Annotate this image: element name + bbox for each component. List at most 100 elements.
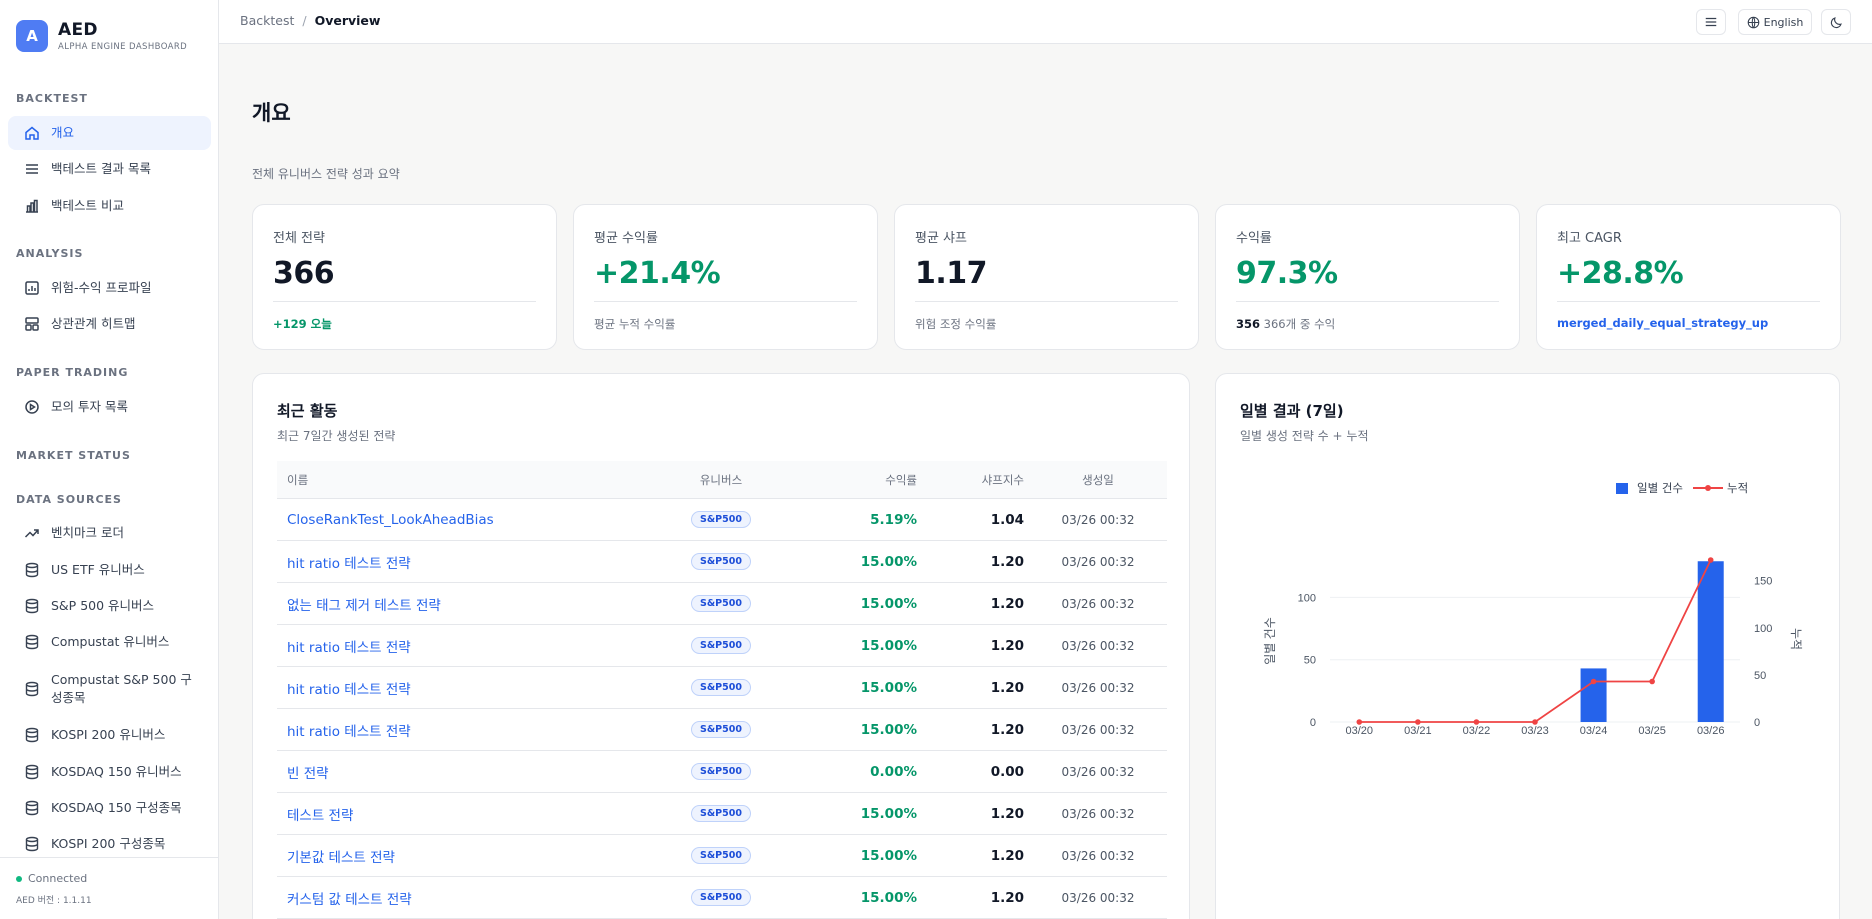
sidebar-item-paper-trading[interactable]: 모의 투자 목록 (8, 390, 211, 424)
sidebar-item-compustat[interactable]: Compustat 유니버스 (8, 625, 211, 659)
sidebar-item-overview[interactable]: 개요 (8, 116, 211, 150)
created-date-cell: 03/26 00:32 (1061, 680, 1135, 695)
breadcrumb: Backtest / Overview (240, 13, 380, 28)
line-point (1473, 719, 1480, 725)
table-body: CloseRankTest_LookAheadBias S&P500 5.19% 1.… (277, 499, 1167, 919)
best-strategy-link[interactable]: merged_daily_equal_strategy_up (1557, 316, 1820, 330)
x-tick-label: 03/20 (1346, 725, 1374, 737)
table-header: 이름 유니버스 수익률 샤프지수 생성일 (277, 461, 1167, 499)
y-tick-label: 50 (1304, 655, 1316, 667)
menu-button[interactable] (1696, 9, 1726, 35)
table-row[interactable]: CloseRankTest_LookAheadBias S&P500 5.19% 1.… (277, 499, 1167, 541)
sidebar-item-kospi200-constituents[interactable]: KOSPI 200 구성종목 (8, 827, 211, 861)
sidebar-item-label: 모의 투자 목록 (51, 399, 128, 414)
stat-card-total-strategies: 전체 전략 366 +129 오늘 (252, 204, 557, 350)
sidebar-item-benchmark-loader[interactable]: 벤치마크 로더 (8, 516, 211, 550)
table-row[interactable]: hit ratio 테스트 전략 S&P500 15.00% 1.20 03/26 00… (277, 625, 1167, 667)
strategy-name-link[interactable]: hit ratio 테스트 전략 (287, 625, 411, 666)
return-cell: 15.00% (860, 553, 917, 570)
y-right-tick-label: 0 (1754, 717, 1760, 729)
universe-badge: S&P500 (691, 595, 751, 612)
sharpe-cell: 1.20 (990, 553, 1024, 570)
sidebar-item-us-etf[interactable]: US ETF 유니버스 (8, 553, 211, 587)
stat-value: 1.17 (915, 256, 988, 291)
strategy-name-link[interactable]: 테스트 전략 (287, 793, 353, 834)
bar (1580, 668, 1607, 722)
return-cell: 15.00% (860, 637, 917, 654)
strategy-name-link[interactable]: hit ratio 테스트 전략 (287, 667, 411, 708)
created-date-cell: 03/26 00:32 (1061, 764, 1135, 779)
table-row[interactable]: 기본값 테스트 전략 S&P500 15.00% 1.20 03/26 00:32 (277, 835, 1167, 877)
table-row[interactable]: 테스트 전략 S&P500 15.00% 1.20 03/26 00:32 (277, 793, 1167, 835)
table-row[interactable]: hit ratio 테스트 전략 S&P500 15.00% 1.20 03/26 00… (277, 541, 1167, 583)
sidebar-item-kosdaq150-constituents[interactable]: KOSDAQ 150 구성종목 (8, 791, 211, 825)
sidebar-item-risk-return[interactable]: 위험-수익 프로파일 (8, 271, 211, 305)
theme-toggle-button[interactable] (1821, 9, 1851, 35)
strategy-name-link[interactable]: CloseRankTest_LookAheadBias (287, 499, 494, 540)
breadcrumb-item-backtest[interactable]: Backtest (240, 13, 294, 28)
return-cell: 0.00% (870, 763, 917, 780)
sidebar-item-label: 상관관계 히트맵 (51, 316, 136, 331)
sharpe-cell: 0.00 (990, 763, 1024, 780)
strategy-name-link[interactable]: 커스텀 값 테스트 전략 (287, 877, 412, 918)
sidebar-item-compustat-sp500[interactable]: Compustat S&P 500 구성종목 (8, 667, 211, 711)
universe-badge: S&P500 (691, 511, 751, 528)
line-point (1707, 557, 1714, 563)
table-row[interactable]: hit ratio 테스트 전략 S&P500 15.00% 1.20 03/26 00… (277, 709, 1167, 751)
sidebar-item-backtest-compare[interactable]: 백테스트 비교 (8, 189, 211, 223)
column-header-name[interactable]: 이름 (287, 461, 308, 498)
column-header-created[interactable]: 생성일 (1055, 461, 1141, 498)
sidebar-item-sp500[interactable]: S&P 500 유니버스 (8, 589, 211, 623)
table-row[interactable]: 빈 전략 S&P500 0.00% 0.00 03/26 00:32 (277, 751, 1167, 793)
universe-badge: S&P500 (691, 805, 751, 822)
sharpe-cell: 1.04 (990, 511, 1024, 528)
stat-value: 366 (273, 256, 335, 291)
return-cell: 15.00% (860, 595, 917, 612)
sharpe-cell: 1.20 (990, 889, 1024, 906)
sidebar-item-label: 벤치마크 로더 (51, 525, 124, 540)
column-header-return[interactable]: 수익률 (817, 461, 917, 498)
universe-badge: S&P500 (691, 763, 751, 780)
sidebar-item-kospi200[interactable]: KOSPI 200 유니버스 (8, 718, 211, 752)
section-title-analysis: ANALYSIS (16, 247, 84, 260)
strategy-name-link[interactable]: hit ratio 테스트 전략 (287, 541, 411, 582)
column-header-universe[interactable]: 유니버스 (667, 461, 775, 498)
stat-footnote: +129 오늘 (273, 317, 332, 331)
universe-cell: S&P500 (667, 667, 775, 708)
strategy-name-link[interactable]: 빈 전략 (287, 751, 329, 792)
table-row[interactable]: 커스텀 값 테스트 전략 S&P500 15.00% 1.20 03/26 00:32 (277, 877, 1167, 919)
return-cell: 15.00% (860, 721, 917, 738)
universe-cell: S&P500 (667, 793, 775, 834)
stat-card-avg-return: 평균 수익률 +21.4% 평균 누적 수익률 (573, 204, 878, 350)
table-row[interactable]: 없는 태그 제거 테스트 전략 S&P500 15.00% 1.20 03/26 00:… (277, 583, 1167, 625)
brand-subtitle: ALPHA ENGINE DASHBOARD (58, 42, 188, 52)
stat-footnote: 356 366개 중 수익 (1236, 316, 1499, 332)
activity-table: 이름 유니버스 수익률 샤프지수 생성일 CloseRankTest_LookA… (277, 461, 1167, 919)
database-icon (25, 800, 39, 816)
created-date-cell: 03/26 00:32 (1061, 638, 1135, 653)
sharpe-cell: 1.20 (990, 595, 1024, 612)
hamburger-icon (1705, 17, 1717, 27)
section-title-paper-trading: PAPER TRADING (16, 366, 129, 379)
stat-label: 수익률 (1236, 231, 1272, 246)
legend-label-cumulative: 누적 (1726, 481, 1749, 495)
bar-chart-icon (26, 199, 38, 213)
strategy-name-link[interactable]: 기본값 테스트 전략 (287, 835, 395, 876)
brand-title: AED (58, 20, 98, 40)
universe-cell: S&P500 (667, 877, 775, 918)
grid-icon (25, 317, 39, 331)
sidebar-item-correlation[interactable]: 상관관계 히트맵 (8, 307, 211, 341)
sidebar-item-kosdaq150[interactable]: KOSDAQ 150 유니버스 (8, 755, 211, 789)
line-point (1356, 719, 1363, 725)
column-header-sharpe[interactable]: 샤프지수 (947, 461, 1024, 498)
stat-footnote-text: 366개 중 수익 (1263, 317, 1336, 331)
strategy-name-link[interactable]: 없는 태그 제거 테스트 전략 (287, 583, 441, 624)
brand[interactable]: A AED ALPHA ENGINE DASHBOARD (16, 20, 187, 52)
table-row[interactable]: hit ratio 테스트 전략 S&P500 15.00% 1.20 03/26 00… (277, 667, 1167, 709)
y-right-tick-label: 100 (1754, 623, 1772, 635)
y-tick-label: 0 (1310, 717, 1316, 729)
strategy-name-link[interactable]: hit ratio 테스트 전략 (287, 709, 411, 750)
y-tick-label: 100 (1298, 592, 1316, 604)
sidebar-item-backtest-list[interactable]: 백테스트 결과 목록 (8, 152, 211, 186)
language-button[interactable]: English (1738, 9, 1812, 35)
